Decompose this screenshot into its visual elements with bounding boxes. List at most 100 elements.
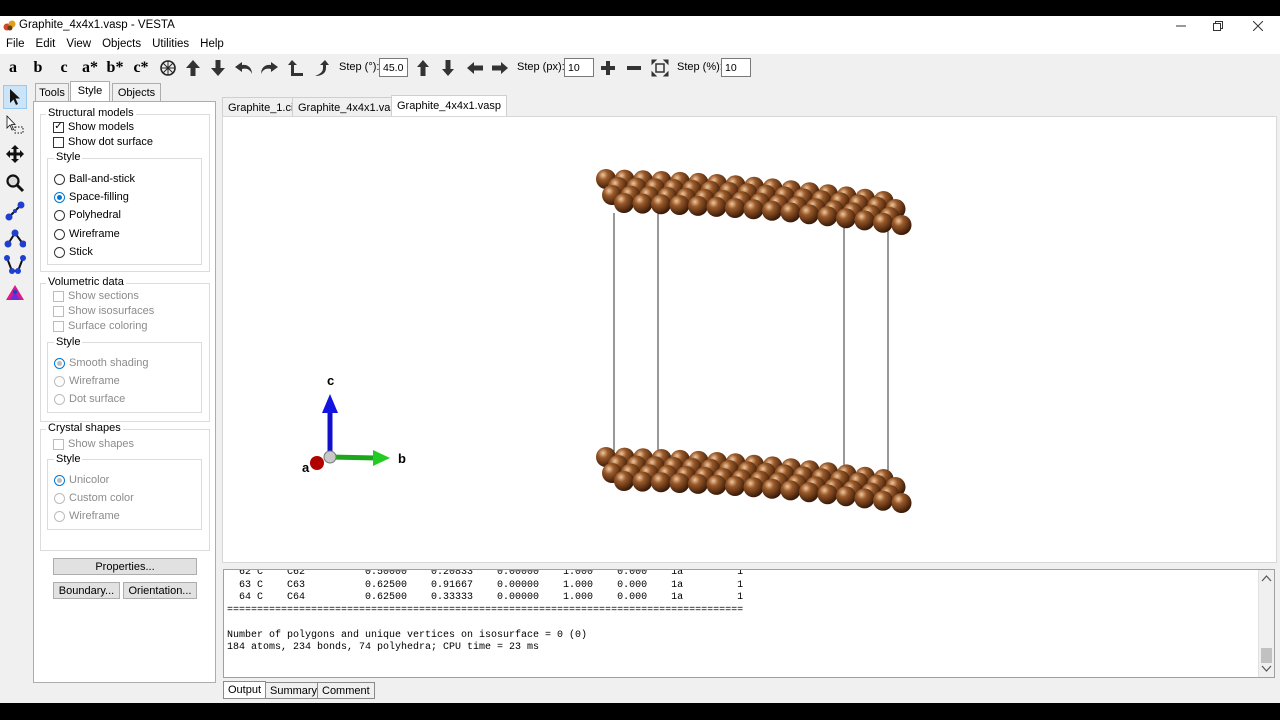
carbon-atom <box>762 478 782 499</box>
view-along-a-star-button[interactable]: a* <box>79 57 101 79</box>
doc-tab-graphite-1-cif[interactable]: Graphite_1.cif <box>222 97 303 116</box>
menu-help[interactable]: Help <box>194 36 229 54</box>
menu-objects[interactable]: Objects <box>96 36 146 54</box>
radio-wireframe[interactable]: Wireframe <box>54 227 120 241</box>
zoom-out-button[interactable] <box>623 57 645 79</box>
step-degree-label: Step (°): <box>339 61 380 73</box>
radio-space-filling[interactable]: Space-filling <box>54 190 129 204</box>
radio-selected-icon <box>54 474 65 486</box>
radio-smooth-shading[interactable]: Smooth shading <box>54 356 149 370</box>
vesta-app-icon <box>3 20 16 31</box>
minimize-button[interactable] <box>1163 16 1199 36</box>
select-tool-button[interactable] <box>3 85 27 109</box>
arrow-up-icon <box>186 60 200 76</box>
show-isosurfaces-checkbox[interactable]: Show isosurfaces <box>53 304 154 318</box>
structure-viewport[interactable]: c b a <box>222 116 1277 563</box>
thick-arrow-down-icon <box>442 60 454 76</box>
tab-objects[interactable]: Objects <box>112 83 161 101</box>
checkbox-icon <box>53 136 64 148</box>
step-px-input[interactable] <box>564 58 594 77</box>
rotate-down-button[interactable] <box>207 57 229 79</box>
show-shapes-checkbox[interactable]: Show shapes <box>53 437 134 451</box>
tab-style[interactable]: Style <box>70 81 110 101</box>
close-icon <box>1253 21 1263 31</box>
radio-volumetric-wireframe[interactable]: Wireframe <box>54 374 120 388</box>
radio-icon <box>54 173 65 185</box>
view-along-a-button[interactable]: a <box>2 57 24 79</box>
step-degree-input[interactable] <box>379 58 408 77</box>
menu-view[interactable]: View <box>60 36 96 54</box>
checkbox-icon <box>53 305 64 317</box>
volumetric-data-title: Volumetric data <box>46 276 126 288</box>
show-models-checkbox[interactable]: ✓ Show models <box>53 120 134 134</box>
radio-unicolor-label: Unicolor <box>69 474 110 486</box>
rotate-up-button[interactable] <box>182 57 204 79</box>
standard-orientation-button[interactable] <box>157 57 179 79</box>
distance-tool-button[interactable] <box>3 199 27 223</box>
move-down-button[interactable] <box>437 57 459 79</box>
view-along-b-button[interactable]: b <box>27 57 49 79</box>
radio-icon <box>54 375 65 387</box>
radio-stick[interactable]: Stick <box>54 245 93 259</box>
move-up-button[interactable] <box>412 57 434 79</box>
orientation-button[interactable]: Orientation... <box>123 582 197 599</box>
plane-tool-button[interactable] <box>3 281 27 305</box>
doc-tab-graphite-4x4x1-active[interactable]: Graphite_4x4x1.vasp <box>391 95 507 116</box>
rotate-right-button[interactable] <box>258 57 280 79</box>
output-scrollbar[interactable] <box>1258 570 1274 677</box>
boundary-button[interactable]: Boundary... <box>53 582 120 599</box>
left-panel: Tools Style Objects Structural models ✓ … <box>33 81 216 683</box>
crystal-style-title: Style <box>54 453 83 465</box>
show-shapes-label: Show shapes <box>68 438 135 450</box>
fit-to-screen-button[interactable] <box>649 57 671 79</box>
dihedral-tool-button[interactable] <box>3 253 27 277</box>
menu-utilities[interactable]: Utilities <box>146 36 194 54</box>
properties-button[interactable]: Properties... <box>53 558 197 575</box>
rotate-ccw-button[interactable] <box>285 57 307 79</box>
structural-style-title: Style <box>54 151 83 163</box>
output-log: 62 C C62 0.50000 0.20833 0.00000 1.000 0… <box>227 569 744 653</box>
menu-edit[interactable]: Edit <box>30 36 61 54</box>
view-along-c-star-button[interactable]: c* <box>130 57 152 79</box>
show-sections-checkbox[interactable]: Show sections <box>53 289 139 303</box>
radio-dot-surface[interactable]: Dot surface <box>54 392 125 406</box>
translate-tool-button[interactable] <box>3 142 27 166</box>
close-button[interactable] <box>1240 16 1276 36</box>
menu-file[interactable]: File <box>0 36 30 54</box>
tab-tools[interactable]: Tools <box>35 83 69 101</box>
angle-tool-button[interactable] <box>3 226 27 250</box>
output-console[interactable]: 62 C C62 0.50000 0.20833 0.00000 1.000 0… <box>223 569 1275 678</box>
radio-custom-color[interactable]: Custom color <box>54 491 134 505</box>
zoom-in-button[interactable] <box>597 57 619 79</box>
radio-unicolor[interactable]: Unicolor <box>54 473 109 487</box>
comment-tab[interactable]: Comment <box>317 682 375 699</box>
carbon-atom <box>854 210 875 231</box>
rotate-left-button[interactable] <box>233 57 255 79</box>
radio-icon <box>54 246 65 258</box>
checkbox-checked-icon: ✓ <box>53 121 64 133</box>
restore-button[interactable] <box>1200 16 1236 36</box>
summary-tab[interactable]: Summary <box>265 682 323 699</box>
step-percent-input[interactable] <box>721 58 751 77</box>
crystal-structure-render: c b a <box>302 169 912 513</box>
select-rectangle-tool-button[interactable] <box>3 113 27 137</box>
magnify-tool-button[interactable] <box>3 171 27 195</box>
carbon-atom <box>669 195 690 215</box>
move-right-button[interactable] <box>489 57 511 79</box>
radio-crystal-wireframe[interactable]: Wireframe <box>54 509 120 523</box>
turn-arrow-ccw-icon <box>288 60 303 76</box>
output-tab[interactable]: Output <box>223 681 267 699</box>
surface-coloring-checkbox[interactable]: Surface coloring <box>53 319 148 333</box>
axes-indicator: c b a <box>302 373 406 475</box>
radio-ball-and-stick[interactable]: Ball-and-stick <box>54 172 135 186</box>
rotate-cw-button[interactable] <box>310 57 332 79</box>
bond-distance-icon <box>5 201 25 221</box>
show-dot-surface-checkbox[interactable]: Show dot surface <box>53 135 153 149</box>
view-along-b-star-button[interactable]: b* <box>104 57 126 79</box>
show-isosurfaces-label: Show isosurfaces <box>68 305 155 317</box>
radio-polyhedral[interactable]: Polyhedral <box>54 208 121 222</box>
show-sections-label: Show sections <box>68 290 139 302</box>
move-left-button[interactable] <box>464 57 486 79</box>
axes-origin <box>323 450 337 464</box>
view-along-c-button[interactable]: c <box>53 57 75 79</box>
